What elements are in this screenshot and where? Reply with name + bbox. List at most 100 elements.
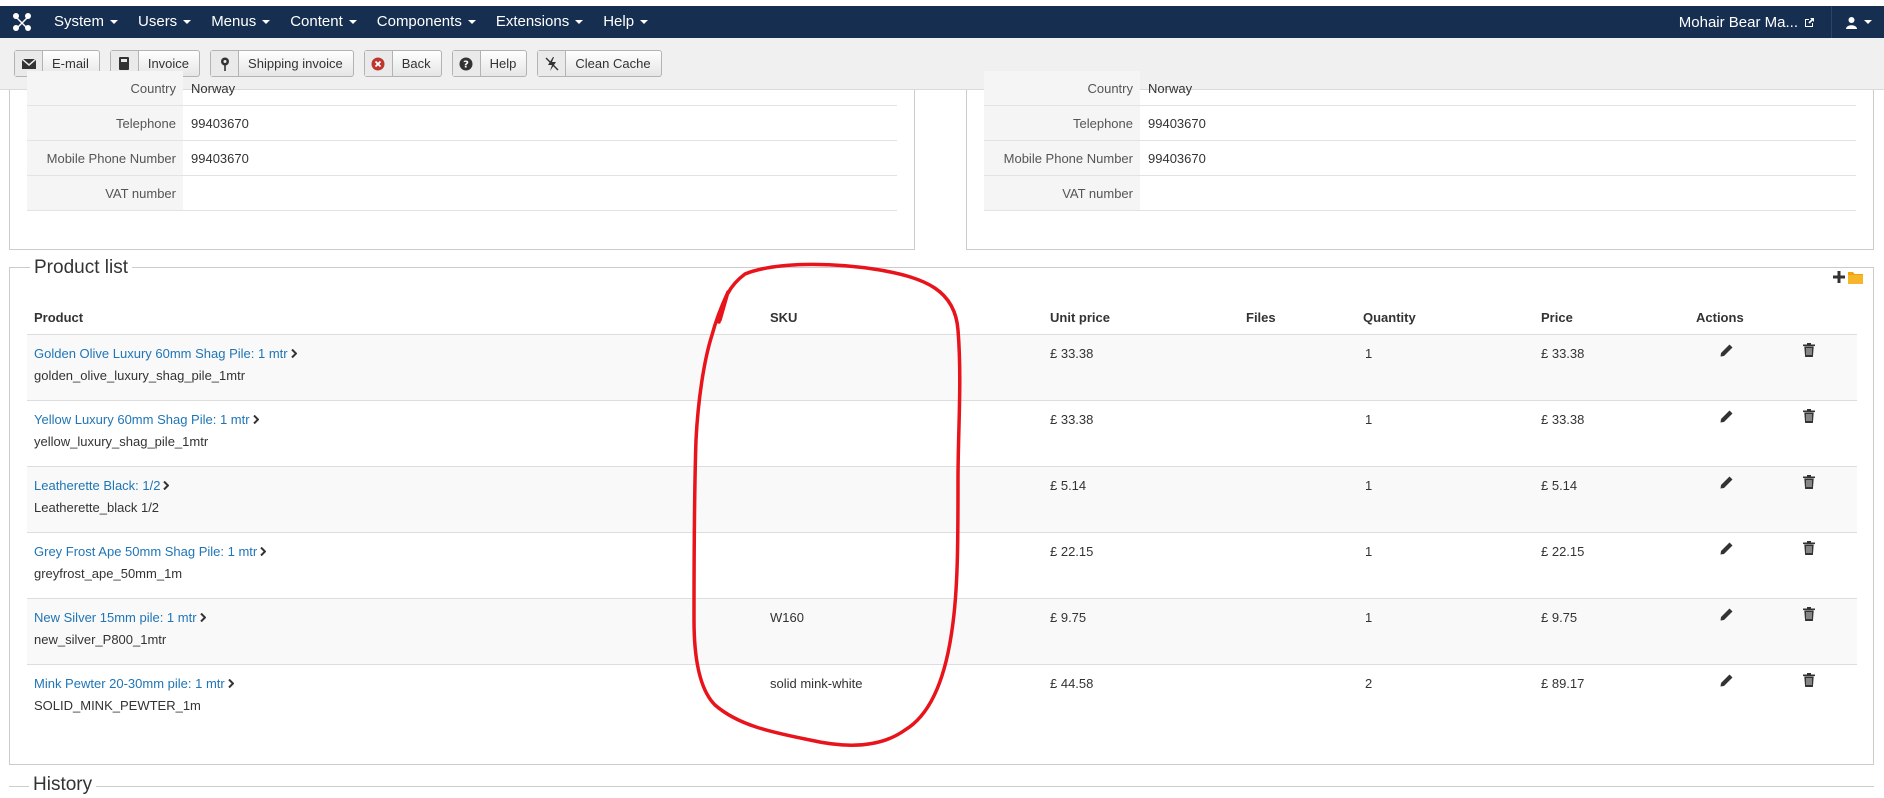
product-link[interactable]: Grey Frost Ape 50mm Shag Pile: 1 mtr	[34, 544, 257, 559]
menu-label: Content	[290, 13, 343, 30]
unit-price-cell: £ 33.38	[1050, 412, 1094, 427]
table-row: Leatherette Black: 1/2 Leatherette_black…	[27, 467, 1857, 533]
product-code: Leatherette_black 1/2	[34, 500, 160, 515]
address-label: Mobile Phone Number	[27, 141, 183, 175]
product-link[interactable]: Yellow Luxury 60mm Shag Pile: 1 mtr	[34, 412, 250, 427]
site-link[interactable]: Mohair Bear Ma...	[1663, 6, 1832, 38]
unit-price-cell: £ 9.75	[1050, 610, 1087, 625]
chevron-right-icon[interactable]	[228, 676, 235, 691]
chevron-right-icon[interactable]	[199, 610, 206, 625]
menu-menus[interactable]: Menus	[201, 6, 280, 38]
quantity-cell: 1	[1365, 346, 1373, 361]
trash-icon[interactable]	[1803, 343, 1815, 360]
svg-text:?: ?	[463, 59, 469, 70]
table-row: Mink Pewter 20-30mm pile: 1 mtr SOLID_MI…	[27, 665, 1857, 731]
address-row-vat: VAT number	[984, 176, 1856, 211]
site-name-label: Mohair Bear Ma...	[1678, 13, 1798, 31]
trash-icon[interactable]	[1803, 673, 1815, 690]
caret-down-icon	[575, 20, 584, 25]
unit-price-cell: £ 33.38	[1050, 346, 1094, 361]
top-navbar: System Users Menus Content Components Ex…	[0, 6, 1884, 38]
shipping-address-panel: Country Norway Telephone 99403670 Mobile…	[966, 71, 1874, 250]
quantity-cell: 2	[1365, 676, 1373, 691]
menu-label: Extensions	[495, 13, 570, 30]
unit-price-cell: £ 44.58	[1050, 676, 1094, 691]
product-table: Product SKU Unit price Files Quantity Pr…	[27, 300, 1857, 731]
table-row: Yellow Luxury 60mm Shag Pile: 1 mtr yell…	[27, 401, 1857, 467]
address-value: Norway	[1148, 80, 1193, 96]
product-link[interactable]: Leatherette Black: 1/2	[34, 478, 160, 493]
trash-icon[interactable]	[1803, 541, 1815, 558]
price-cell: £ 22.15	[1541, 544, 1585, 559]
product-code: new_silver_P800_1mtr	[34, 632, 167, 647]
trash-icon[interactable]	[1803, 475, 1815, 492]
menu-extensions[interactable]: Extensions	[486, 6, 593, 38]
back-button-label: Back	[401, 56, 431, 71]
trash-icon[interactable]	[1803, 409, 1815, 426]
product-link[interactable]: Mink Pewter 20-30mm pile: 1 mtr	[34, 676, 225, 691]
table-row: Grey Frost Ape 50mm Shag Pile: 1 mtr gre…	[27, 533, 1857, 599]
price-cell: £ 33.38	[1541, 412, 1585, 427]
caret-down-icon	[640, 20, 649, 25]
product-link[interactable]: Golden Olive Luxury 60mm Shag Pile: 1 mt…	[34, 346, 288, 361]
address-value	[1140, 176, 1148, 210]
sku-cell: solid mink-white	[770, 676, 863, 691]
add-product-control[interactable]	[1833, 270, 1863, 284]
address-label: Telephone	[27, 106, 183, 140]
address-label: VAT number	[27, 176, 183, 210]
menu-label: Help	[603, 13, 635, 30]
unit-price-cell: £ 5.14	[1050, 478, 1087, 493]
product-list-legend: Product list	[30, 257, 132, 279]
chevron-right-icon[interactable]	[252, 412, 259, 427]
product-cell: Yellow Luxury 60mm Shag Pile: 1 mtr yell…	[34, 412, 259, 449]
edit-pencil-icon[interactable]	[1720, 344, 1733, 360]
sku-cell: W160	[770, 610, 804, 625]
plus-icon	[1833, 271, 1845, 283]
product-code: yellow_luxury_shag_pile_1mtr	[34, 434, 209, 449]
address-value: 99403670	[1148, 115, 1206, 131]
quantity-cell: 1	[1365, 412, 1373, 427]
quantity-cell: 1	[1365, 478, 1373, 493]
menu-users[interactable]: Users	[128, 6, 201, 38]
topbar-right: Mohair Bear Ma...	[1663, 6, 1884, 38]
product-code: greyfrost_ape_50mm_1m	[34, 566, 183, 581]
joomla-logo-icon[interactable]	[0, 6, 44, 38]
product-cell: Leatherette Black: 1/2 Leatherette_black…	[34, 478, 170, 515]
chevron-right-icon[interactable]	[290, 346, 298, 361]
column-header-product: Product	[34, 310, 84, 325]
product-code: SOLID_MINK_PEWTER_1m	[34, 698, 201, 713]
caret-down-icon	[110, 20, 119, 25]
help-button-label: Help	[489, 56, 517, 71]
menu-components[interactable]: Components	[367, 6, 486, 38]
invoice-button-label: Invoice	[147, 56, 190, 71]
column-header-quantity: Quantity	[1363, 310, 1416, 325]
caret-down-icon	[262, 20, 271, 25]
edit-pencil-icon[interactable]	[1720, 674, 1733, 690]
address-row-telephone: Telephone 99403670	[984, 106, 1856, 141]
edit-pencil-icon[interactable]	[1720, 410, 1733, 426]
caret-down-icon	[467, 20, 476, 25]
column-header-unit-price: Unit price	[1050, 310, 1110, 325]
edit-pencil-icon[interactable]	[1720, 608, 1733, 624]
caret-down-icon	[348, 20, 357, 25]
product-link[interactable]: New Silver 15mm pile: 1 mtr	[34, 610, 197, 625]
edit-pencil-icon[interactable]	[1720, 476, 1733, 492]
address-row-telephone: Telephone 99403670	[27, 106, 897, 141]
address-value	[183, 176, 191, 210]
trash-icon[interactable]	[1803, 607, 1815, 624]
edit-pencil-icon[interactable]	[1720, 542, 1733, 558]
user-menu[interactable]	[1832, 6, 1884, 38]
menu-content[interactable]: Content	[280, 6, 367, 38]
chevron-right-icon[interactable]	[163, 478, 170, 493]
user-icon	[1845, 16, 1857, 29]
table-row: Golden Olive Luxury 60mm Shag Pile: 1 mt…	[27, 335, 1857, 401]
price-cell: £ 33.38	[1541, 346, 1585, 361]
address-label: Telephone	[984, 106, 1140, 140]
billing-address-panel: Country Norway Telephone 99403670 Mobile…	[9, 71, 915, 250]
menu-system[interactable]: System	[44, 6, 128, 38]
menu-help[interactable]: Help	[593, 6, 658, 38]
address-label: Country	[984, 71, 1140, 105]
chevron-right-icon[interactable]	[260, 544, 267, 559]
column-header-actions: Actions	[1696, 310, 1744, 325]
column-header-sku: SKU	[770, 310, 798, 325]
